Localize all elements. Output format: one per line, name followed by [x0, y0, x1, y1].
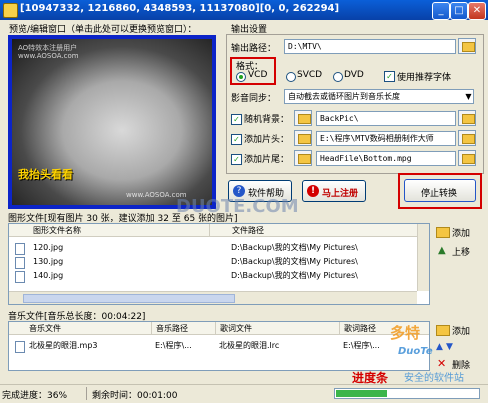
- sync-select[interactable]: 自动截去或循环图片到音乐长度: [284, 89, 474, 104]
- video-caption: 我抬头看看: [18, 168, 73, 181]
- random-bg-label: 随机背景：: [244, 115, 290, 125]
- image-row-path: D:\Backup\我的文档\My Pictures\: [231, 243, 358, 252]
- random-bg-checkbox[interactable]: ✓: [231, 114, 242, 125]
- progress-bar: [334, 388, 480, 399]
- title-bar: [10947332, 1216860, 4348593, 11137080][0…: [0, 0, 488, 20]
- image-file-icon: [15, 243, 25, 255]
- music-row-path: E:\程序\...: [155, 341, 192, 350]
- image-row-path: D:\Backup\我的文档\My Pictures\: [231, 257, 358, 266]
- watermark-sub: www.AOSOA.com: [18, 52, 79, 60]
- image-file-icon: [15, 271, 25, 283]
- output-path-label: 输出路径：: [231, 44, 277, 54]
- site-watermark-center: DUOTE.COM: [176, 196, 299, 217]
- format-radio-vcd[interactable]: [236, 72, 246, 82]
- format-dvd-label: DVD: [344, 70, 364, 80]
- music-col-lyric[interactable]: 歌词文件: [215, 322, 339, 335]
- folder-add-icon: [436, 227, 450, 238]
- preview-label[interactable]: 预览/编辑窗口（单击此处可以更换预览窗口）：: [9, 22, 197, 35]
- image-row-name: 140.jpg: [33, 271, 64, 280]
- image-row[interactable]: 140.jpg D:\Backup\我的文档\My Pictures\: [9, 269, 417, 283]
- random-bg-folder-icon[interactable]: [458, 110, 476, 126]
- register-button[interactable]: ! 马上注册: [302, 180, 366, 202]
- image-row[interactable]: 120.jpg D:\Backup\我的文档\My Pictures\: [9, 241, 417, 255]
- output-path-field[interactable]: D:\MTV\: [284, 39, 456, 54]
- image-col-name[interactable]: 图形文件名称: [9, 224, 209, 237]
- register-icon: !: [307, 185, 319, 197]
- music-col-file[interactable]: 音乐文件: [9, 322, 151, 335]
- remaining-time-label: 剩余时间：00:01:00: [92, 391, 178, 401]
- image-file-icon: [15, 257, 25, 269]
- image-list-vscrollbar[interactable]: [417, 224, 429, 291]
- add-tail-film-icon: [294, 150, 312, 166]
- image-row-path: D:\Backup\我的文档\My Pictures\: [231, 271, 358, 280]
- music-row-lyric-path: E:\程序\...: [343, 341, 380, 350]
- minimize-button[interactable]: _: [432, 2, 450, 20]
- add-tail-label: 添加片尾：: [244, 155, 290, 165]
- random-bg-field[interactable]: BackPic\: [316, 111, 456, 126]
- status-divider: [86, 387, 87, 400]
- progress-bar-fill: [336, 390, 387, 397]
- arrow-up-icon: ▲: [438, 245, 446, 256]
- add-tail-checkbox[interactable]: ✓: [231, 154, 242, 165]
- image-col-path[interactable]: 文件路径: [209, 224, 417, 237]
- add-head-label: 添加片头：: [244, 135, 290, 145]
- site-watermark-brand: 多特: [390, 324, 421, 342]
- music-file-icon: [15, 341, 25, 353]
- window-title: [10947332, 1216860, 4348593, 11137080][0…: [20, 3, 340, 14]
- music-row-file: 北极星的眼泪.mp3: [29, 341, 98, 350]
- music-row[interactable]: 北极星的眼泪.mp3 E:\程序\... 北极星的眼泪.lrc E:\程序\..…: [9, 339, 429, 353]
- image-up-label: 上移: [452, 248, 471, 258]
- music-row-lyric: 北极星的眼泪.lrc: [219, 341, 280, 350]
- image-list-hscroll-thumb[interactable]: [23, 294, 235, 303]
- stop-button-label: 停止转换: [421, 189, 458, 199]
- arrow-up-icon[interactable]: ▲: [436, 342, 443, 352]
- add-tail-field[interactable]: HeadFile\Bottom.mpg: [316, 151, 456, 166]
- music-add-label: 添加: [452, 327, 471, 337]
- image-row-name: 120.jpg: [33, 243, 64, 252]
- add-head-folder-icon[interactable]: [458, 130, 476, 146]
- app-icon: [3, 3, 18, 18]
- image-list-hscrollbar[interactable]: [9, 291, 417, 304]
- stop-convert-button[interactable]: 停止转换: [404, 179, 476, 202]
- music-file-list[interactable]: 音乐文件 音乐路径 歌词文件 歌词路径 北极星的眼泪.mp3 E:\程序\...…: [8, 321, 430, 371]
- format-svcd-label: SVCD: [297, 70, 323, 80]
- chevron-down-icon[interactable]: ▼: [464, 90, 473, 103]
- format-radio-svcd[interactable]: [286, 72, 296, 82]
- recommend-font-checkbox[interactable]: ✓: [384, 71, 395, 82]
- status-bar: 完成进度：36% 剩余时间：00:01:00: [0, 384, 488, 403]
- preview-window[interactable]: AO特效本注册用户 www.AOSOA.com 我抬头看看 www.AOSOA.…: [8, 35, 216, 209]
- add-head-checkbox[interactable]: ✓: [231, 134, 242, 145]
- sync-label: 影音同步：: [231, 94, 277, 104]
- arrow-down-icon[interactable]: ▼: [446, 342, 453, 352]
- format-radio-dvd[interactable]: [333, 72, 343, 82]
- add-head-field[interactable]: E:\程序\MTV数码相册制作大师: [316, 131, 456, 146]
- image-row-name: 130.jpg: [33, 257, 64, 266]
- progress-label: 完成进度：36%: [2, 391, 68, 401]
- output-folder-icon[interactable]: [458, 38, 476, 54]
- recommend-font-label: 使用推荐字体: [397, 73, 452, 83]
- music-col-path[interactable]: 音乐路径: [151, 322, 215, 335]
- register-button-label: 马上注册: [322, 189, 359, 199]
- add-tail-folder-icon[interactable]: [458, 150, 476, 166]
- site-watermark-brand-en: DuoTe: [398, 346, 433, 357]
- random-bg-image-icon: [294, 110, 312, 126]
- add-head-film-icon: [294, 130, 312, 146]
- close-button[interactable]: ✕: [468, 2, 486, 20]
- folder-add-icon: [436, 325, 450, 336]
- maximize-button[interactable]: □: [450, 2, 468, 20]
- image-add-label: 添加: [452, 229, 471, 239]
- image-file-list[interactable]: 图形文件名称 文件路径 120.jpg D:\Backup\我的文档\My Pi…: [8, 223, 430, 305]
- image-row[interactable]: 130.jpg D:\Backup\我的文档\My Pictures\: [9, 255, 417, 269]
- site-watermark-slogan: 安全的软件站: [404, 373, 464, 384]
- format-vcd-label: VCD: [248, 70, 268, 80]
